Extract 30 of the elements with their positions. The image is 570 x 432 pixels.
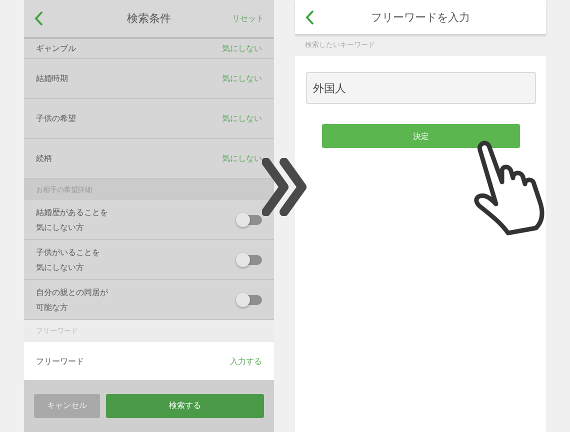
toggle-label: 可能な方: [36, 302, 68, 314]
condition-row[interactable]: 結婚時期 気にしない: [24, 58, 274, 99]
condition-value: 気にしない: [222, 152, 262, 164]
condition-label: ギャンブル: [36, 42, 76, 54]
freeword-label: フリーワード: [36, 356, 84, 367]
condition-label: 子供の希望: [36, 112, 76, 124]
freeword-row[interactable]: フリーワード 入力する: [24, 342, 274, 380]
screen-title: フリーワードを入力: [371, 10, 470, 24]
screen-title: 検索条件: [127, 12, 171, 25]
double-chevron-icon: [262, 158, 308, 216]
toggle-switch[interactable]: [238, 254, 262, 265]
toggle-label: 子供がいることを: [36, 246, 100, 259]
toggle-label: 気にしない方: [36, 222, 84, 234]
condition-label: 結婚時期: [36, 72, 68, 84]
condition-row[interactable]: ギャンブル 気にしない: [24, 38, 274, 59]
condition-value: 気にしない: [222, 42, 262, 54]
toggle-switch[interactable]: [238, 294, 262, 305]
input-link: 入力する: [230, 356, 262, 367]
condition-value: 気にしない: [222, 72, 262, 84]
toggle-label: 自分の親との同居が: [36, 286, 108, 299]
condition-label: 続柄: [36, 152, 52, 164]
keyword-field[interactable]: 外国人: [306, 72, 536, 104]
toggle-switch[interactable]: [238, 214, 262, 225]
back-icon[interactable]: [34, 10, 43, 26]
toggle-label: 気にしない方: [36, 262, 84, 274]
back-icon[interactable]: [305, 10, 314, 24]
search-button[interactable]: 検索する: [106, 394, 264, 418]
condition-value: 気にしない: [222, 112, 262, 124]
toggle-label: 結婚歴があることを: [36, 206, 108, 219]
condition-row[interactable]: 子供の希望 気にしない: [24, 98, 274, 139]
